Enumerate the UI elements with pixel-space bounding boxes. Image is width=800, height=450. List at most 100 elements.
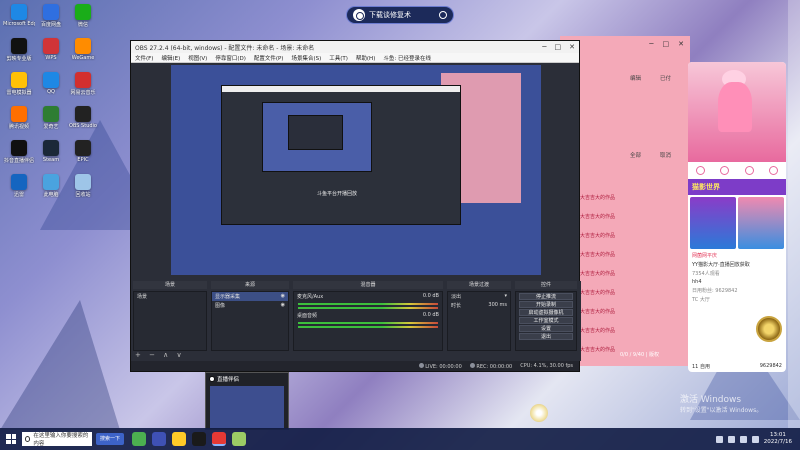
transition-select[interactable]: 淡出 ▾ — [448, 292, 510, 301]
live-card-label: 网菌网平庆 — [692, 253, 718, 259]
pink-tool-paid[interactable]: 已付 — [660, 74, 671, 82]
dock-footer-buttons[interactable]: + − ∧ ∨ — [135, 351, 185, 359]
desktop-icon[interactable]: 抖音直播伴侣 — [4, 140, 34, 174]
menu-item[interactable]: 配置文件(P) — [254, 54, 284, 62]
eye-icon[interactable]: ◉ — [281, 293, 285, 300]
nav-icon[interactable] — [720, 166, 730, 175]
taskbar-app-icon[interactable] — [232, 432, 247, 446]
pink-tool-edit[interactable]: 编辑 — [630, 74, 641, 82]
control-button[interactable]: 停止推流 — [519, 293, 573, 300]
menu-item[interactable]: 文件(F) — [135, 54, 153, 62]
maximize-icon[interactable]: □ — [555, 43, 562, 51]
scrollbar[interactable] — [788, 0, 800, 428]
volume-meter[interactable] — [298, 303, 438, 305]
menu-item[interactable]: 停靠窗口(D) — [215, 54, 246, 62]
app-icon — [75, 4, 91, 20]
desktop-icon[interactable]: WeGame — [68, 38, 98, 72]
desktop-icon[interactable]: 剪映专业版 — [4, 38, 34, 72]
control-button[interactable]: 开始录制 — [519, 301, 573, 308]
control-button[interactable]: 工作室模式 — [519, 317, 573, 324]
pink-list-item[interactable]: 大吉吉大的作品 — [580, 232, 615, 239]
desktop-icon[interactable]: 腾讯视频 — [4, 106, 34, 140]
menu-item[interactable]: 编辑(E) — [161, 54, 180, 62]
tray-icon[interactable] — [727, 435, 735, 443]
floating-ball-icon[interactable] — [530, 404, 548, 422]
control-button[interactable]: 设置 — [519, 325, 573, 332]
desktop-icon[interactable]: 雷电模拟器 — [4, 72, 34, 106]
pink-tool-cancel[interactable]: 取消 — [660, 151, 671, 159]
menu-item[interactable]: 斗鱼: 已经登录在线 — [383, 54, 431, 62]
desktop-icon[interactable]: WPS — [36, 38, 66, 72]
live-card[interactable] — [690, 197, 736, 249]
scene-item[interactable]: 场景 — [134, 292, 206, 301]
menu-item[interactable]: 场景集合(S) — [291, 54, 321, 62]
taskbar-app-icon[interactable] — [172, 432, 187, 446]
taskbar-search[interactable]: 在这里输入你要搜索的内容 — [22, 432, 92, 447]
live-footer: 11 自用 9629842 — [692, 363, 782, 370]
pink-list-item[interactable]: 大吉吉大的作品 — [580, 289, 615, 296]
tray-icon[interactable] — [715, 435, 723, 443]
pink-tool-all[interactable]: 全部 — [630, 151, 641, 159]
volume-meter[interactable] — [298, 307, 438, 309]
volume-meter[interactable] — [298, 326, 438, 328]
desktop-icon[interactable]: QQ — [36, 72, 66, 106]
taskbar-app-icon[interactable] — [152, 432, 167, 446]
transition-duration[interactable]: 时长 300 ms — [448, 301, 510, 310]
pink-list-item[interactable]: 大吉吉大的作品 — [580, 308, 615, 315]
pink-list-item[interactable]: 大吉吉大的作品 — [580, 346, 615, 353]
obs-titlebar[interactable]: OBS 27.2.4 (64-bit, windows) - 配置文件: 未命名… — [131, 41, 579, 53]
desktop-icon[interactable]: Steam — [36, 140, 66, 174]
minimize-icon[interactable]: ─ — [649, 40, 653, 50]
pink-list-item[interactable]: 大吉吉大的作品 — [580, 270, 615, 277]
obs-window[interactable]: OBS 27.2.4 (64-bit, windows) - 配置文件: 未命名… — [130, 40, 581, 372]
desktop-icon-label: 网易云音乐 — [70, 90, 96, 96]
desktop-search-widget[interactable]: 下载谈修复术 — [346, 6, 454, 24]
desktop-icon[interactable]: 此电脑 — [36, 174, 66, 208]
desktop-icon[interactable]: EPIC — [68, 140, 98, 174]
obs-preview-canvas[interactable]: 斗鱼平台开播回放 — [171, 65, 541, 275]
network-icon[interactable] — [739, 435, 747, 443]
taskbar-app-icon[interactable] — [132, 432, 147, 446]
control-button[interactable]: 启动虚拟摄像机 — [519, 309, 573, 316]
desktop-icon[interactable]: 爱奇艺 — [36, 106, 66, 140]
menu-item[interactable]: 视图(V) — [188, 54, 207, 62]
search-icon[interactable] — [439, 11, 447, 19]
desktop-icon[interactable]: Microsoft Edge — [3, 4, 35, 38]
volume-meter[interactable] — [298, 322, 438, 324]
taskbar-thumbnail[interactable]: 直播伴侣 — [205, 372, 289, 430]
pink-list-item[interactable]: 大吉吉大的作品 — [580, 194, 615, 201]
obs-taskbar-icon[interactable] — [192, 432, 207, 446]
desktop-icon[interactable]: OBS Studio — [68, 106, 98, 140]
live-card[interactable] — [738, 197, 784, 249]
pink-list-item[interactable]: 大吉吉大的作品 — [580, 327, 615, 334]
live-panel[interactable]: 猫影世界 网菌网平庆 YY猫影大厅·直播回放获取 7354人观看 hh4 日用粉… — [688, 62, 786, 372]
desktop-icon[interactable]: 网易云音乐 — [68, 72, 98, 106]
close-icon[interactable]: ✕ — [678, 40, 684, 50]
control-button[interactable]: 退出 — [519, 333, 573, 340]
livestream-taskbar-icon[interactable] — [212, 432, 227, 446]
desktop-icon[interactable]: 百度网盘 — [36, 4, 66, 38]
desktop-icon-label: EPIC — [77, 157, 89, 163]
taskbar-clock[interactable]: 13:01 2022/7/16 — [764, 432, 792, 446]
menu-item[interactable]: 帮助(H) — [356, 54, 375, 62]
nav-icon[interactable] — [769, 166, 779, 175]
nav-icon[interactable] — [695, 166, 705, 175]
maximize-icon[interactable]: □ — [663, 40, 670, 50]
taskbar-search-button[interactable]: 搜索一下 — [96, 433, 125, 445]
source-item-display[interactable]: 显示器采集 ◉ — [212, 292, 288, 301]
desktop-icon[interactable]: 回收站 — [68, 174, 98, 208]
minimize-icon[interactable]: ─ — [542, 43, 546, 51]
volume-icon[interactable] — [751, 435, 759, 443]
desktop-icon[interactable]: 微信 — [68, 4, 98, 38]
desktop-icon[interactable]: 迅雷 — [4, 174, 34, 208]
live-banner[interactable]: 猫影世界 — [688, 179, 786, 195]
source-item-image[interactable]: 图像 ◉ — [212, 301, 288, 310]
close-icon[interactable]: ✕ — [569, 43, 575, 51]
start-button[interactable] — [0, 428, 22, 450]
nav-icon[interactable] — [744, 166, 754, 175]
pink-list-item[interactable]: 大吉吉大的作品 — [580, 213, 615, 220]
eye-icon[interactable]: ◉ — [281, 302, 285, 309]
pink-list-item[interactable]: 大吉吉大的作品 — [580, 251, 615, 258]
menu-item[interactable]: 工具(T) — [329, 54, 348, 62]
thumbnail-preview[interactable] — [210, 386, 284, 428]
